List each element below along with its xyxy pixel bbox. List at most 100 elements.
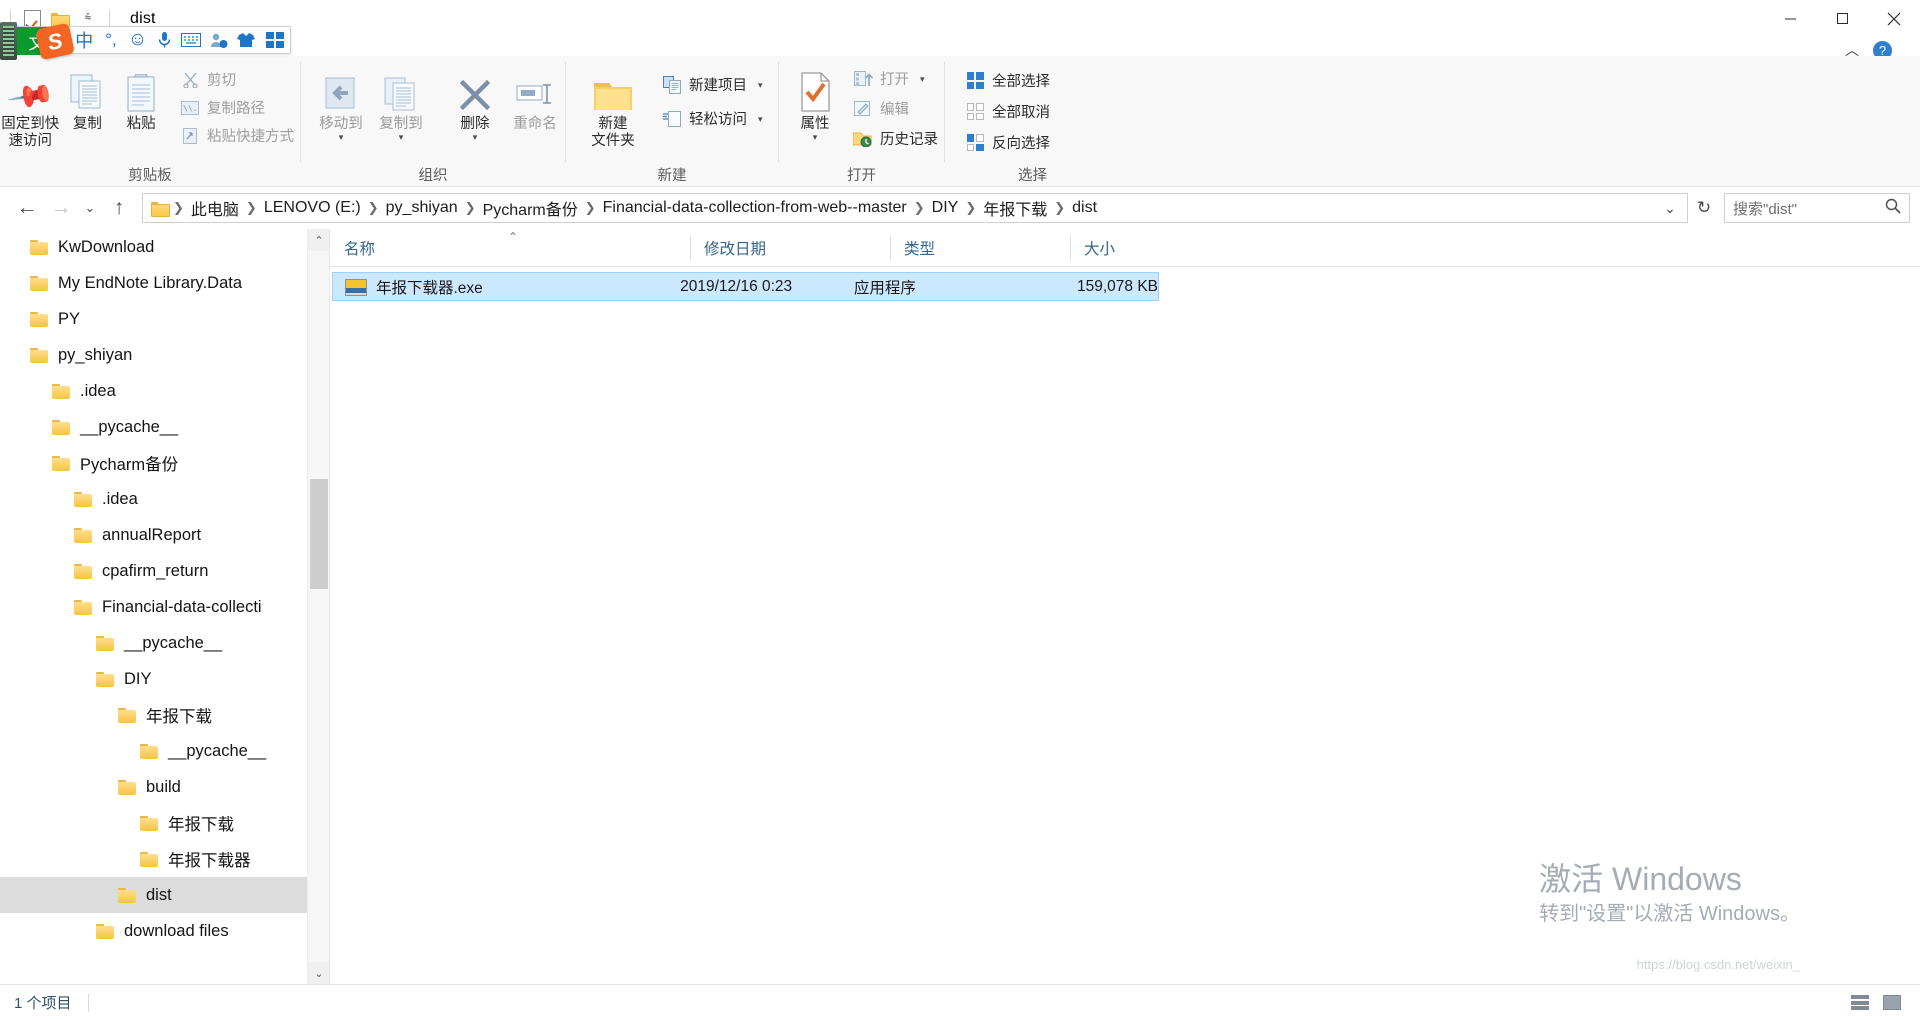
tree-item[interactable]: __pycache__ xyxy=(0,733,329,769)
tree-item[interactable]: 年报下载 xyxy=(0,805,329,841)
properties-button[interactable]: 属性 ▾ xyxy=(789,64,841,142)
paste-button[interactable]: 粘贴 xyxy=(114,64,168,133)
recent-locations-button[interactable]: ⌄ xyxy=(78,191,102,225)
search-box[interactable]: 搜索"dist" xyxy=(1724,193,1910,223)
ime-soft-keyboard-icon[interactable] xyxy=(177,26,205,54)
up-button[interactable]: ↑ xyxy=(102,191,136,225)
copy-path-button[interactable]: \\.. 复制路径 xyxy=(174,95,300,120)
tree-item[interactable]: annualReport xyxy=(0,517,329,553)
tree-item[interactable]: Financial-data-collecti xyxy=(0,589,329,625)
ime-emoji-icon[interactable]: ☺ xyxy=(124,26,152,54)
chevron-down-icon[interactable]: ▾ xyxy=(399,133,404,142)
tree-item[interactable]: cpafirm_return xyxy=(0,553,329,589)
table-row[interactable]: 年报下载器.exe 2019/12/16 0:23 应用程序 159,078 K… xyxy=(332,272,1159,301)
breadcrumb-item-5[interactable]: DIY xyxy=(927,199,964,217)
restore-icon[interactable] xyxy=(1816,0,1868,37)
breadcrumb-item-2[interactable]: py_shiyan xyxy=(381,199,463,217)
close-icon[interactable] xyxy=(1868,0,1920,37)
copy-button[interactable]: 复制 xyxy=(60,64,114,133)
select-none-button[interactable]: 全部取消 xyxy=(959,99,1056,124)
rename-button[interactable]: 重命名 xyxy=(505,64,565,133)
nav-scrollbar[interactable]: ⌃ ⌄ xyxy=(307,229,329,984)
sogou-s-logo[interactable]: S xyxy=(35,22,75,61)
scroll-down-button[interactable]: ⌄ xyxy=(308,962,329,984)
open-button[interactable]: 打开 ▾ xyxy=(847,66,944,91)
chevron-down-icon[interactable]: ⌄ xyxy=(1655,194,1685,222)
ime-user-account-icon[interactable] xyxy=(205,26,233,54)
select-all-button[interactable]: 全部选择 xyxy=(959,68,1056,93)
tree-item[interactable]: build xyxy=(0,769,329,805)
tree-item[interactable]: DIY xyxy=(0,661,329,697)
tree-item[interactable]: 年报下载器 xyxy=(0,841,329,877)
back-button[interactable]: ← xyxy=(10,191,44,225)
column-header-size[interactable]: 大小 xyxy=(1070,229,1235,267)
tree-item[interactable]: __pycache__ xyxy=(0,409,329,445)
breadcrumb-separator[interactable]: ❯ xyxy=(963,200,978,216)
tree-item[interactable]: Pycharm备份 xyxy=(0,445,329,481)
edit-button[interactable]: 编辑 xyxy=(847,96,944,121)
scroll-up-button[interactable]: ⌃ xyxy=(308,229,329,251)
tree-item[interactable]: download files xyxy=(0,913,329,949)
easy-access-button[interactable]: 轻松访问 ▾ xyxy=(656,106,769,131)
ime-drag-handle[interactable] xyxy=(0,22,17,60)
breadcrumb-separator[interactable]: ❯ xyxy=(244,200,259,216)
chevron-down-icon[interactable]: ▾ xyxy=(758,114,763,123)
tree-item[interactable]: dist xyxy=(0,877,329,913)
minimize-icon[interactable] xyxy=(1764,0,1816,37)
copy-to-button[interactable]: 复制到 ▾ xyxy=(371,64,431,142)
chevron-down-icon[interactable]: ▾ xyxy=(339,133,344,142)
chevron-down-icon[interactable]: ▾ xyxy=(920,74,925,83)
tree-item[interactable]: .idea xyxy=(0,373,329,409)
breadcrumb-item-7[interactable]: dist xyxy=(1067,199,1102,217)
address-path-box[interactable]: ❯ 此电脑 ❯ LENOVO (E:) ❯ py_shiyan ❯ Pychar… xyxy=(142,193,1688,223)
move-to-button[interactable]: 移动到 ▾ xyxy=(311,64,371,142)
file-list-pane[interactable]: ⌃ 名称 修改日期 类型 大小 年报下载器.exe 2019/12/16 0:2… xyxy=(330,229,1920,984)
tree-item[interactable]: py_shiyan xyxy=(0,337,329,373)
breadcrumb-item-4[interactable]: Financial-data-collection-from-web--mast… xyxy=(598,199,912,217)
ime-skin-icon[interactable] xyxy=(233,26,261,54)
delete-button[interactable]: 删除 ▾ xyxy=(445,64,505,142)
tree-item[interactable]: 年报下载 xyxy=(0,697,329,733)
tree-item[interactable]: KwDownload xyxy=(0,229,329,265)
search-icon[interactable] xyxy=(1885,198,1901,219)
invert-selection-button[interactable]: 反向选择 xyxy=(959,130,1056,155)
sogou-ime-toolbar[interactable]: 文 S 中 °, ☺ xyxy=(8,22,291,61)
cut-button[interactable]: 剪切 xyxy=(174,67,300,92)
ime-toolbox-icon[interactable] xyxy=(260,26,290,54)
details-view-icon[interactable] xyxy=(1846,990,1874,1016)
breadcrumb-separator[interactable]: ❯ xyxy=(912,200,927,216)
navigation-pane[interactable]: KwDownload My EndNote Library.Data PY py_sh… xyxy=(0,229,330,984)
breadcrumb-item-6[interactable]: 年报下载 xyxy=(978,196,1052,220)
column-header-modified[interactable]: 修改日期 xyxy=(690,229,890,267)
tiles-view-icon[interactable] xyxy=(1878,990,1906,1016)
breadcrumb-item-0[interactable]: 此电脑 xyxy=(186,196,244,220)
new-item-button[interactable]: 新建项目 ▾ xyxy=(656,72,769,97)
breadcrumb-separator[interactable]: ❯ xyxy=(583,200,598,216)
scrollbar-thumb[interactable] xyxy=(310,479,328,589)
forward-button[interactable]: → xyxy=(44,191,78,225)
column-header-type[interactable]: 类型 xyxy=(890,229,1070,267)
ime-chinese-mode[interactable]: 中 xyxy=(70,26,98,54)
pin-to-quick-access-button[interactable]: 📌 固定到快 速访问 xyxy=(0,64,60,150)
tree-item[interactable]: PY xyxy=(0,301,329,337)
breadcrumb-item-1[interactable]: LENOVO (E:) xyxy=(259,199,366,217)
refresh-icon[interactable]: ↻ xyxy=(1688,194,1720,222)
tree-item[interactable]: __pycache__ xyxy=(0,625,329,661)
tree-item[interactable]: My EndNote Library.Data xyxy=(0,265,329,301)
paste-shortcut-button[interactable]: 粘贴快捷方式 xyxy=(174,123,300,148)
ime-punctuation-mode[interactable]: °, xyxy=(98,26,124,54)
new-folder-button[interactable]: 新建 文件夹 xyxy=(578,64,648,150)
history-button[interactable]: 历史记录 xyxy=(847,126,944,151)
ime-voice-input-icon[interactable] xyxy=(151,26,177,54)
chevron-down-icon[interactable]: ▾ xyxy=(813,133,818,142)
breadcrumb-separator[interactable]: ❯ xyxy=(463,200,478,216)
breadcrumb-separator[interactable]: ❯ xyxy=(366,200,381,216)
chevron-down-icon[interactable]: ▾ xyxy=(758,80,763,89)
chevron-down-icon[interactable]: ▾ xyxy=(473,133,478,142)
column-header-name[interactable]: ⌃ 名称 xyxy=(330,229,690,267)
breadcrumb-separator[interactable]: ❯ xyxy=(1052,200,1067,216)
tree-item[interactable]: .idea xyxy=(0,481,329,517)
breadcrumb-item-3[interactable]: Pycharm备份 xyxy=(478,196,583,220)
search-input[interactable]: 搜索"dist" xyxy=(1733,198,1885,219)
folder-tree[interactable]: KwDownload My EndNote Library.Data PY py_sh… xyxy=(0,229,329,949)
